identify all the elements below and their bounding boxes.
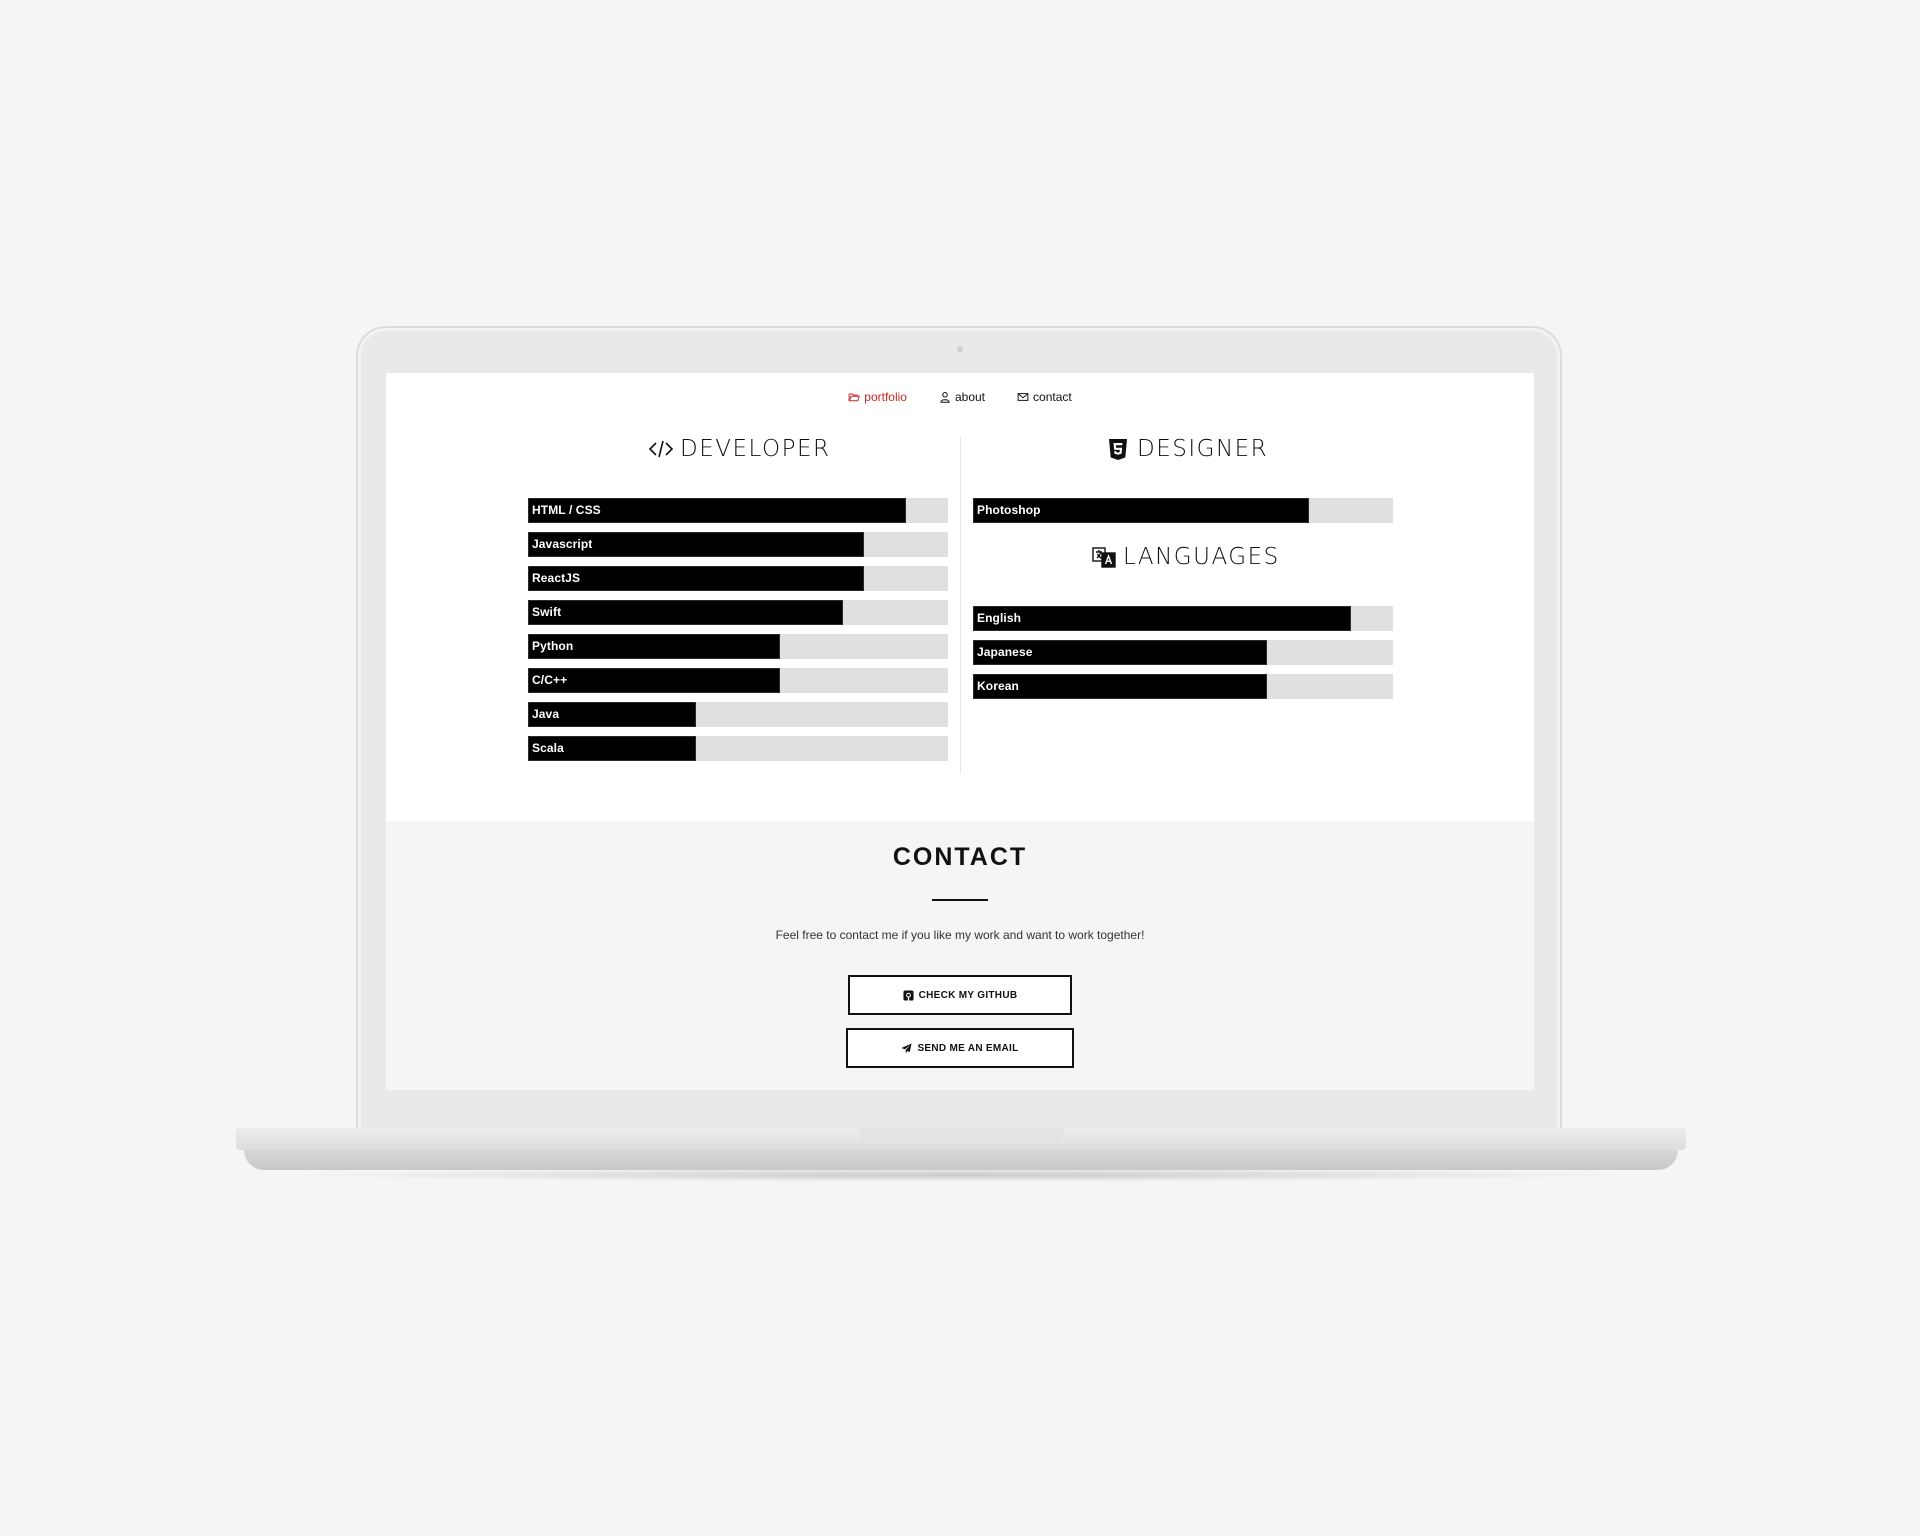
skill-bar-fill [973, 606, 1351, 631]
skill-bar: HTML / CSS [528, 498, 948, 523]
languages-heading: LANGUAGES [1091, 544, 1280, 570]
skill-bar: Javascript [528, 532, 948, 557]
nav-item-label: portfolio [864, 389, 907, 404]
skill-label: Photoshop [977, 503, 1041, 517]
nav-item-portfolio[interactable]: portfolio [848, 390, 907, 404]
contact-text: Feel free to contact me if you like my w… [775, 928, 1145, 942]
screen: portfolio about contact DEVELOPER HTML /… [386, 373, 1534, 1090]
skill-label: Java [532, 707, 560, 721]
skill-bar-fill [528, 600, 843, 625]
laptop-shadow [290, 1168, 1630, 1182]
contact-section: CONTACT Feel free to contact me if you l… [386, 821, 1534, 1090]
skill-bar: Japanese [973, 640, 1393, 665]
languages-skill-list: English Japanese Korean [973, 606, 1393, 708]
paper-plane-icon [901, 1042, 912, 1053]
nav-item-label: about [954, 389, 986, 404]
language-icon [1092, 547, 1116, 568]
html5-icon [1109, 439, 1127, 460]
designer-title: DESIGNER [1137, 436, 1269, 462]
skill-label: Japanese [977, 645, 1033, 659]
skill-label: Korean [977, 679, 1019, 693]
skill-bar: Python [528, 634, 948, 659]
nav-item-contact[interactable]: contact [1017, 390, 1072, 404]
skill-bar: Photoshop [973, 498, 1393, 523]
languages-title: LANGUAGES [1123, 544, 1280, 570]
folder-icon [848, 393, 861, 401]
skill-bar: Java [528, 702, 948, 727]
designer-heading: DESIGNER [1105, 436, 1268, 462]
nav-item-about[interactable]: about [939, 390, 985, 404]
skill-bar: Swift [528, 600, 948, 625]
developer-heading: DEVELOPER [648, 436, 831, 462]
skill-bar: C/C++ [528, 668, 948, 693]
designer-skill-list: Photoshop [973, 498, 1393, 532]
code-icon [648, 440, 674, 458]
github-icon [903, 989, 914, 1001]
skill-bar: ReactJS [528, 566, 948, 591]
envelope-icon [1017, 392, 1029, 401]
skill-label: Swift [532, 605, 562, 619]
camera-dot [957, 346, 963, 352]
developer-title: DEVELOPER [680, 436, 831, 462]
email-button-label: SEND ME AN EMAIL [917, 1042, 1019, 1054]
skill-bar: Scala [528, 736, 948, 761]
skills-section: DEVELOPER HTML / CSS Javascript ReactJS Swi… [386, 420, 1534, 821]
skill-bar: Korean [973, 674, 1393, 699]
skill-label: ReactJS [532, 571, 581, 585]
skill-label: English [977, 611, 1022, 625]
skill-label: HTML / CSS [532, 503, 601, 517]
laptop-base-lip [244, 1150, 1678, 1170]
email-button[interactable]: SEND ME AN EMAIL [846, 1028, 1074, 1068]
skill-label: C/C++ [532, 673, 568, 687]
user-icon [940, 391, 950, 403]
skill-label: Python [532, 639, 574, 653]
skill-label: Scala [532, 741, 564, 755]
laptop-notch [860, 1128, 1064, 1144]
skill-label: Javascript [532, 537, 593, 551]
nav-item-label: contact [1033, 389, 1072, 404]
top-nav: portfolio about contact [386, 373, 1534, 421]
github-button-label: CHECK MY GITHUB [918, 989, 1018, 1001]
column-divider [960, 436, 961, 774]
github-button[interactable]: CHECK MY GITHUB [848, 975, 1072, 1015]
contact-divider [932, 899, 988, 901]
contact-title: CONTACT [892, 843, 1028, 871]
developer-skill-list: HTML / CSS Javascript ReactJS Swift Python C/… [528, 498, 948, 770]
skill-bar: English [973, 606, 1393, 631]
